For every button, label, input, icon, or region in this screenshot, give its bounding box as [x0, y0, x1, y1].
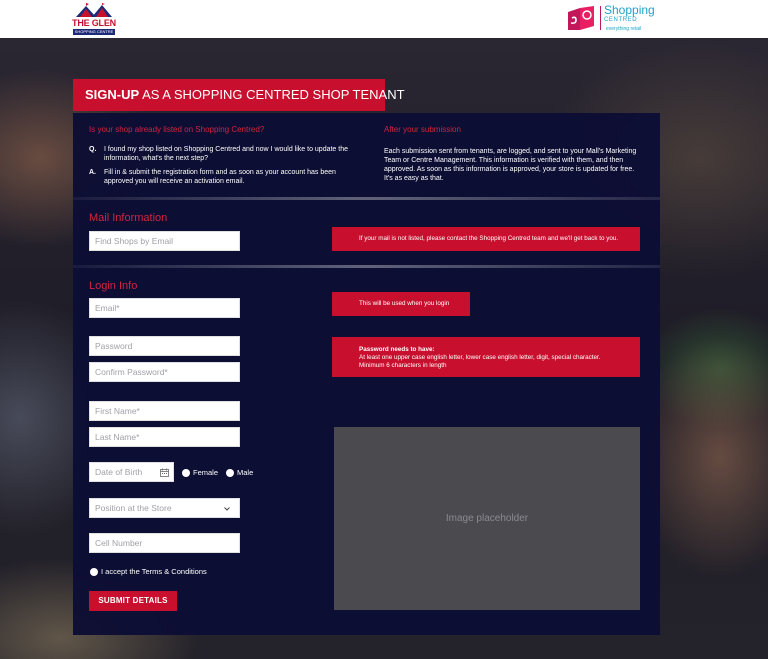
after-submission-text: Each submission sent from tenants, are l… — [384, 148, 637, 182]
date-of-birth-placeholder: Date of Birth — [95, 467, 143, 477]
title-bold: SIGN-UP — [85, 87, 140, 102]
first-name-input[interactable]: First Name* — [89, 401, 240, 421]
date-of-birth-input[interactable]: Date of Birth — [89, 462, 174, 482]
faq-heading: Is your shop already listed on Shopping … — [89, 125, 265, 134]
faq-answer: A. Fill in & submit the registration for… — [89, 168, 349, 188]
page-title: SIGN-UP AS A SHOPPING CENTRED SHOP TENAN… — [73, 79, 405, 111]
gender-male-label: Male — [237, 468, 254, 477]
answer-marker: A. — [89, 169, 96, 176]
password-note-title: Password needs to have: — [359, 346, 435, 353]
shopping-centred-mark-icon — [568, 6, 594, 30]
terms-label[interactable]: I accept the Terms & Conditions — [101, 567, 207, 576]
gender-female-radio[interactable] — [182, 469, 190, 477]
email-note-text: This will be used when you login — [359, 300, 450, 307]
mail-info-note-text: If your mail is not listed, please conta… — [359, 235, 619, 242]
password-input[interactable]: Password — [89, 336, 240, 356]
password-note: Password needs to have: At least one upp… — [332, 337, 640, 377]
position-select[interactable]: Position at the Store — [89, 498, 240, 518]
chevron-down-icon — [224, 507, 230, 511]
answer-text: Fill in & submit the registration form a… — [104, 169, 336, 185]
mail-info-heading: Mail Information — [89, 212, 168, 224]
faq-question: Q. I found my shop listed on Shopping Ce… — [89, 145, 349, 165]
question-marker: Q. — [89, 146, 97, 153]
confirm-password-input[interactable]: Confirm Password* — [89, 362, 240, 382]
after-submission-heading: After your submission — [384, 125, 461, 134]
brand-tagline: everything retail — [606, 26, 642, 32]
mail-info-note: If your mail is not listed, please conta… — [332, 227, 640, 251]
brand-subname: CENTRED — [604, 17, 638, 23]
submit-details-button[interactable]: SUBMIT DETAILS — [89, 591, 177, 611]
gender-female-label: Female — [193, 468, 219, 477]
email-note: This will be used when you login — [332, 292, 470, 316]
calendar-icon[interactable] — [160, 468, 169, 477]
cell-number-input[interactable]: Cell Number — [89, 533, 240, 553]
title-rest: AS A SHOPPING CENTRED SHOP TENANT — [139, 87, 405, 102]
logo-title: THE GLEN — [72, 18, 116, 28]
shopping-centred-logo[interactable]: Shopping CENTRED everything retail — [566, 4, 666, 34]
email-input[interactable]: Email* — [89, 298, 240, 318]
position-select-value: Position at the Store — [95, 503, 172, 513]
gender-male-radio[interactable] — [226, 469, 234, 477]
logo-divider — [600, 6, 601, 30]
logo-subtitle: SHOPPING CENTRE — [73, 29, 115, 35]
question-text: I found my shop listed on Shopping Centr… — [104, 146, 348, 162]
top-header: THE GLEN SHOPPING CENTRE Shopping CENTRE… — [0, 0, 768, 38]
the-glen-logo[interactable]: THE GLEN SHOPPING CENTRE — [72, 3, 116, 36]
find-shops-email-input[interactable]: Find Shops by Email — [89, 231, 240, 251]
password-note-body: At least one upper case english letter, … — [359, 354, 601, 369]
brand-name: Shopping — [604, 3, 655, 17]
terms-checkbox[interactable] — [90, 568, 98, 576]
last-name-input[interactable]: Last Name* — [89, 427, 240, 447]
section-divider — [73, 197, 660, 200]
tent-logo-icon — [76, 3, 112, 17]
image-placeholder[interactable]: Image placeholder — [334, 427, 640, 610]
section-divider — [73, 265, 660, 268]
login-info-heading: Login Info — [89, 280, 138, 292]
